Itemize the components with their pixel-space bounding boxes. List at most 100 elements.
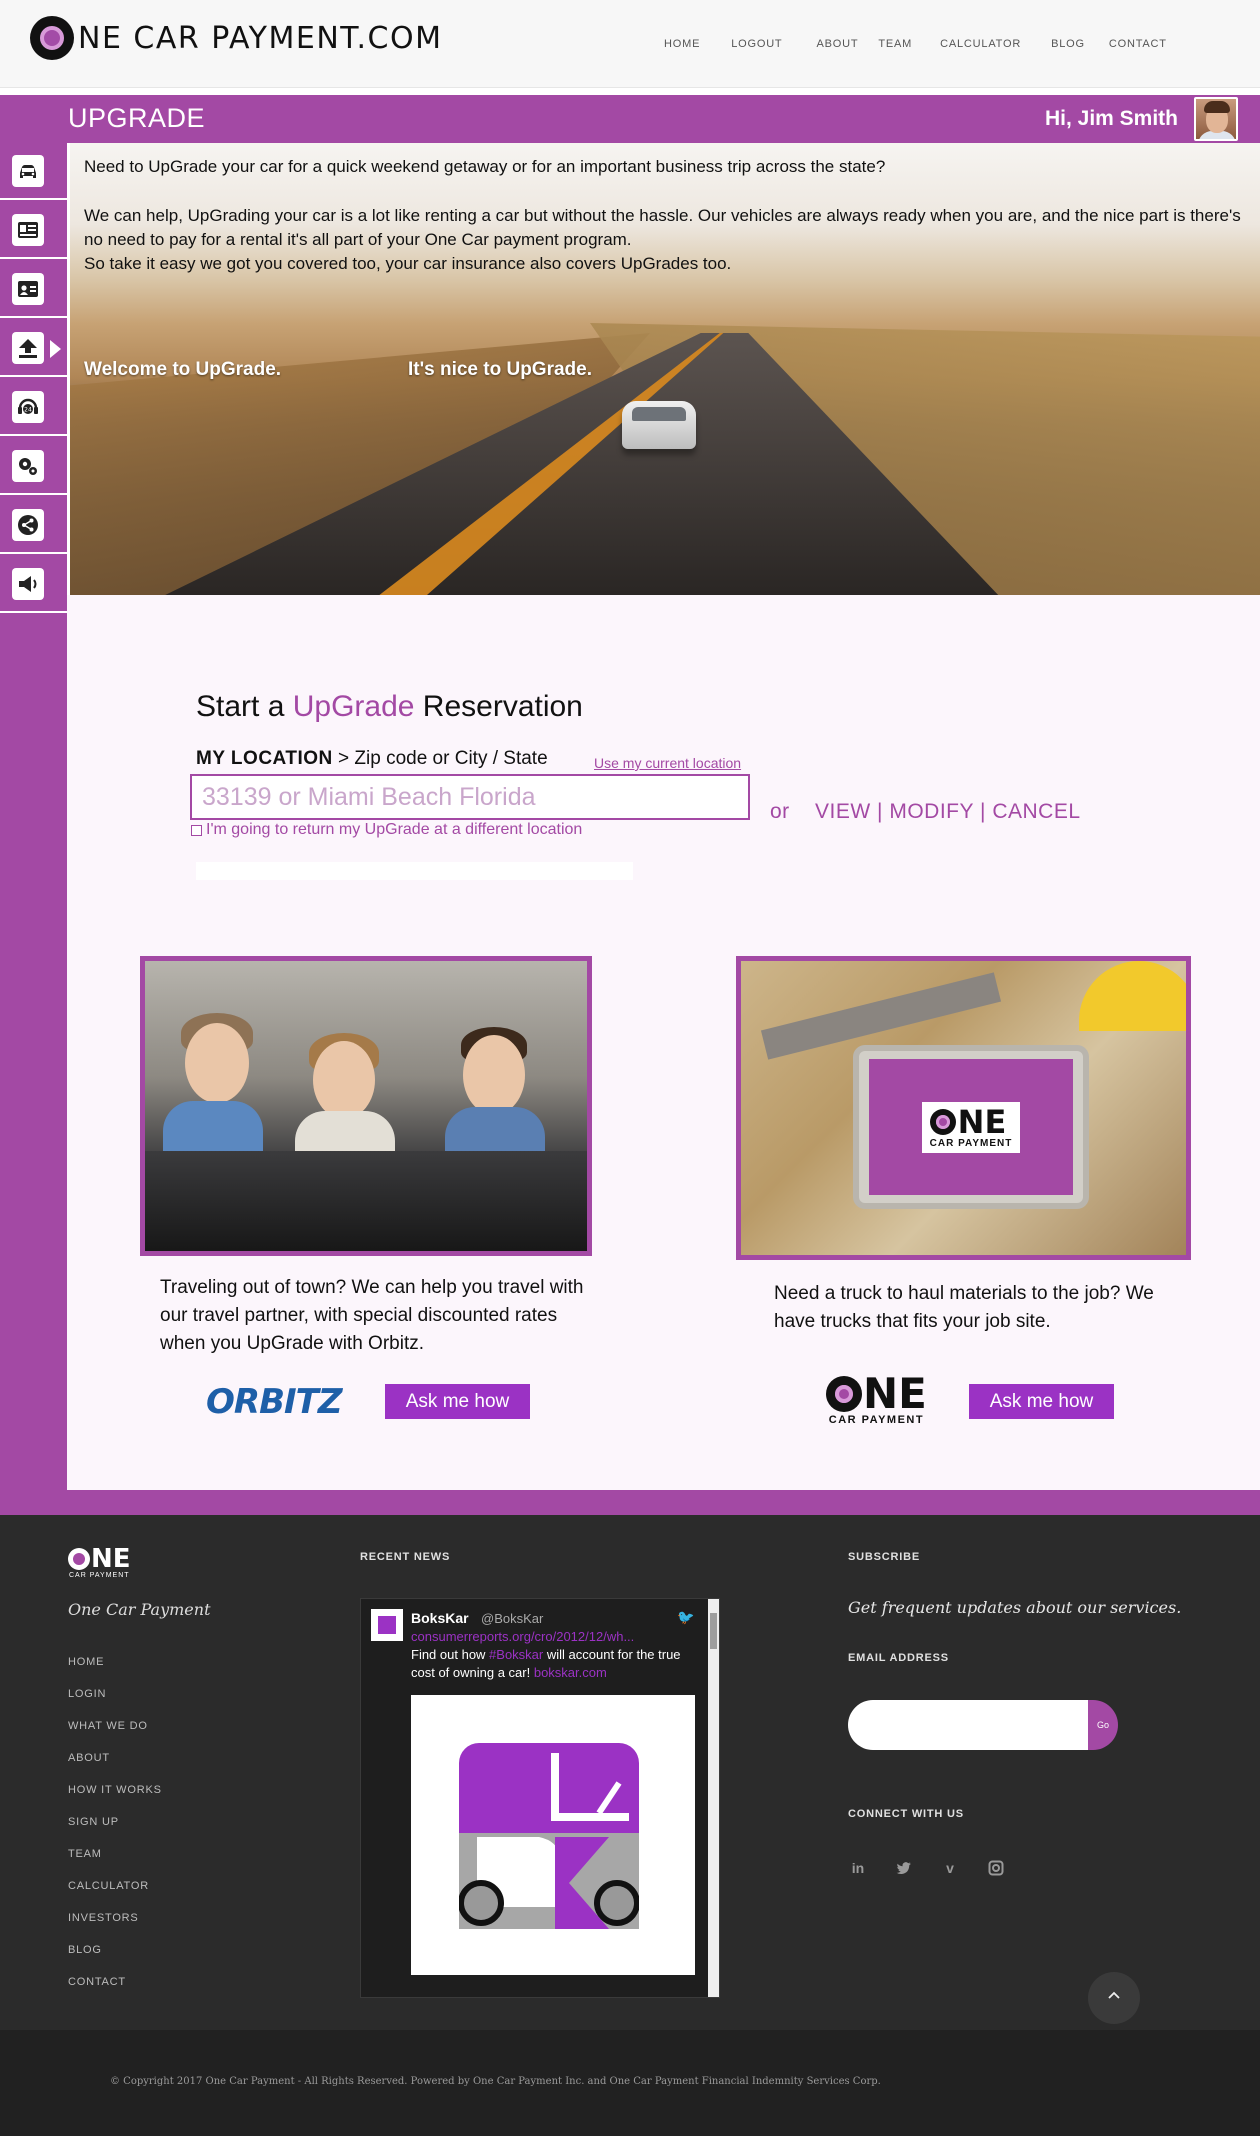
footer-link-calculator[interactable]: CALCULATOR [68, 1880, 162, 1912]
support-24-icon: 24 [12, 390, 44, 423]
recent-news-heading: RECENT NEWS [360, 1551, 451, 1563]
location-label: MY LOCATION > Zip code or City / State [196, 748, 548, 769]
copyright-text: © Copyright 2017 One Car Payment - All R… [110, 2076, 881, 2087]
tweet-scrollbar[interactable] [708, 1599, 719, 1997]
sidebar-item-announcements[interactable] [0, 556, 67, 613]
sidebar-item-share[interactable] [0, 497, 67, 554]
subscribe-description: Get frequent updates about our services. [848, 1598, 1182, 1617]
linkedin-icon[interactable]: in [848, 1858, 868, 1878]
footer-links: HOME LOGIN WHAT WE DO ABOUT HOW IT WORKS… [68, 1656, 162, 2008]
footer-link-team[interactable]: TEAM [68, 1848, 162, 1880]
email-field[interactable] [848, 1700, 1088, 1750]
footer-link-how-it-works[interactable]: HOW IT WORKS [68, 1784, 162, 1816]
cancel-link[interactable]: CANCEL [992, 800, 1080, 823]
nav-home[interactable]: HOME [664, 38, 700, 50]
tweet-author-name[interactable]: BoksKar [411, 1610, 469, 1626]
nav-blog[interactable]: BLOG [1051, 38, 1085, 50]
upload-icon [12, 331, 44, 364]
tweet-link[interactable]: consumerreports.org/cro/2012/12/wh... [411, 1629, 634, 1644]
logo-text: NE CAR PAYMENT.COM [78, 20, 443, 56]
logo-o-ring-icon [30, 16, 74, 60]
svg-text:24: 24 [24, 406, 32, 413]
megaphone-icon [12, 567, 44, 600]
sidebar-item-car[interactable] [0, 143, 67, 200]
footer-logo[interactable]: NE CAR PAYMENT [68, 1546, 131, 1579]
sidebar-item-contact[interactable] [0, 261, 67, 318]
orbitz-logo[interactable]: ORBITZ [206, 1382, 342, 1422]
tweet-avatar[interactable] [371, 1609, 403, 1641]
connect-heading: CONNECT WITH US [848, 1808, 964, 1820]
footer-link-about[interactable]: ABOUT [68, 1752, 162, 1784]
chevron-up-icon [1108, 1991, 1120, 1999]
nav-about[interactable]: ABOUT [816, 38, 858, 50]
tablet-image: NE CAR PAYMENT [853, 1045, 1089, 1209]
page-title: UPGRADE [68, 103, 206, 133]
reservation-actions: or VIEW | MODIFY | CANCEL [770, 800, 1081, 823]
top-header: NE CAR PAYMENT.COM HOME LOGOUT ABOUT TEA… [0, 0, 1260, 88]
footer-link-investors[interactable]: INVESTORS [68, 1912, 162, 1944]
truck-promo-image: NE CAR PAYMENT [736, 956, 1191, 1260]
nav-calculator[interactable]: CALCULATOR [940, 38, 1021, 50]
site-logo[interactable]: NE CAR PAYMENT.COM [30, 16, 443, 60]
one-car-payment-logo: NE CAR PAYMENT [921, 1101, 1021, 1153]
active-indicator-arrow-icon [50, 340, 61, 358]
car-icon [12, 154, 44, 187]
subscribe-heading: SUBSCRIBE [848, 1551, 920, 1563]
location-input[interactable] [190, 774, 750, 820]
sidebar-item-support[interactable]: 24 [0, 379, 67, 436]
footer-link-sign-up[interactable]: SIGN UP [68, 1816, 162, 1848]
avatar[interactable] [1194, 97, 1238, 141]
settings-icon [12, 449, 44, 482]
modify-link[interactable]: MODIFY [889, 800, 973, 823]
return-checkbox[interactable] [191, 824, 202, 836]
social-links: in v [848, 1858, 1006, 1878]
one-car-payment-logo[interactable]: NE CAR PAYMENT [826, 1373, 927, 1426]
footer-link-blog[interactable]: BLOG [68, 1944, 162, 1976]
hero-nice-text: It's nice to UpGrade. [408, 359, 592, 380]
footer-link-home[interactable]: HOME [68, 1656, 162, 1688]
truck-promo-text: Need a truck to haul materials to the jo… [774, 1283, 1154, 1332]
footer-link-what-we-do[interactable]: WHAT WE DO [68, 1720, 162, 1752]
ask-me-how-truck-button[interactable]: Ask me how [969, 1384, 1114, 1419]
sidebar-item-id-card[interactable] [0, 202, 67, 259]
nav-logout[interactable]: LOGOUT [731, 38, 782, 50]
view-link[interactable]: VIEW [815, 800, 871, 823]
nav-contact[interactable]: CONTACT [1109, 38, 1167, 50]
sidebar: 24 [0, 143, 67, 1515]
bokskar-logo-icon [459, 1743, 639, 1929]
footer-link-login[interactable]: LOGIN [68, 1688, 162, 1720]
main-nav: HOME LOGOUT ABOUT TEAM CALCULATOR BLOG C… [664, 38, 1198, 50]
vimeo-icon[interactable]: v [940, 1858, 960, 1878]
twitter-feed-widget: BoksKar @BoksKar 🐦 consumerreports.org/c… [360, 1598, 720, 1998]
user-greeting: Hi, Jim Smith [1044, 107, 1178, 130]
id-card-icon [12, 213, 44, 246]
footer-brand-name: One Car Payment [68, 1600, 211, 1619]
footer-divider-band [0, 1490, 1260, 1515]
hero-insurance-text: So take it easy we got you covered too, … [84, 254, 732, 273]
hero-banner: Need to UpGrade your car for a quick wee… [70, 143, 1260, 595]
tweet-media-card[interactable] [411, 1695, 695, 1975]
tweet-body: Find out how #Bokskar will account for t… [411, 1647, 681, 1680]
sidebar-item-settings[interactable] [0, 438, 67, 495]
empty-result-strip [196, 862, 633, 880]
reservation-title: Start a UpGrade Reservation [196, 690, 583, 723]
nav-team[interactable]: TEAM [878, 38, 912, 50]
email-address-label: EMAIL ADDRESS [848, 1652, 949, 1664]
car-image [622, 401, 696, 449]
twitter-icon[interactable] [894, 1858, 914, 1878]
return-checkbox-label: I'm going to return my UpGrade at a diff… [206, 821, 583, 838]
hero-welcome-text: Welcome to UpGrade. [84, 359, 282, 380]
family-travel-image [140, 956, 592, 1256]
ask-me-how-orbitz-button[interactable]: Ask me how [385, 1384, 530, 1419]
footer-link-contact[interactable]: CONTACT [68, 1976, 162, 2008]
hero-body-text: We can help, UpGrading your car is a lot… [84, 206, 1241, 249]
sidebar-item-upgrade[interactable] [0, 320, 67, 377]
hero-intro-text: Need to UpGrade your car for a quick wee… [84, 157, 886, 176]
use-current-location-link[interactable]: Use my current location [594, 755, 741, 771]
scroll-to-top-button[interactable] [1088, 1972, 1140, 2024]
contact-card-icon [12, 272, 44, 305]
return-different-location-option[interactable]: I'm going to return my UpGrade at a diff… [191, 821, 582, 839]
twitter-bird-icon[interactable]: 🐦 [677, 1609, 694, 1626]
tweet-author-handle[interactable]: @BoksKar [481, 1611, 543, 1626]
instagram-icon[interactable] [986, 1858, 1006, 1878]
